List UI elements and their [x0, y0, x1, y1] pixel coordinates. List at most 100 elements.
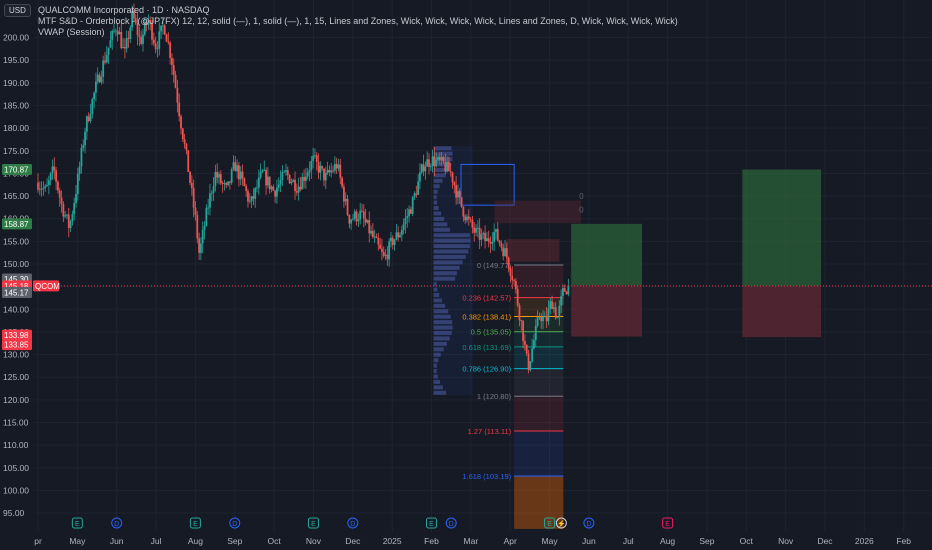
candle-body [62, 203, 65, 217]
x-tick-label: pr [34, 536, 42, 546]
supply-zone [494, 200, 582, 224]
fib-band [514, 331, 564, 347]
candle-body [411, 197, 414, 214]
candle-body [95, 81, 97, 93]
y-tick-label: 150.00 [3, 259, 29, 269]
candle-body [96, 74, 99, 82]
candle-body [51, 166, 54, 174]
volume-profile-bar [433, 222, 448, 227]
candle-body [449, 171, 452, 173]
candle-body [362, 211, 365, 219]
candle-body [73, 203, 76, 215]
candle-body [138, 35, 141, 37]
candle-body [156, 48, 159, 50]
candle-body [171, 57, 173, 66]
dividend-marker-label: D [586, 521, 591, 528]
candle-body [560, 296, 563, 306]
candle-body [254, 188, 257, 199]
y-tick-label: 125.00 [3, 372, 29, 382]
candle-body [288, 174, 291, 184]
x-tick-label: Aug [660, 536, 675, 546]
candle-body [390, 237, 392, 242]
volume-profile-bar [433, 287, 438, 292]
candle-body [438, 156, 441, 161]
candle-body [93, 92, 96, 100]
fib-extension-band [514, 475, 564, 529]
candle-body [437, 156, 439, 160]
candle-body [272, 186, 275, 191]
volume-profile-bar [433, 385, 443, 390]
currency-button[interactable]: USD [4, 4, 31, 17]
volume-profile-bar [433, 314, 451, 319]
volume-profile-bar [433, 216, 445, 221]
y-tick-label: 185.00 [3, 101, 29, 111]
candle-body [402, 223, 405, 231]
candle-body [442, 156, 445, 163]
candle-body [453, 182, 456, 186]
candle-body [352, 218, 354, 220]
candle-body [163, 25, 166, 35]
volume-profile-bar [433, 233, 470, 238]
volume-profile-bar [433, 390, 447, 395]
candle-body [337, 164, 340, 169]
volume-profile-bar [433, 347, 444, 352]
indicator-legend-vwap[interactable]: VWAP (Session) [38, 27, 105, 37]
x-tick-label: Aug [188, 536, 203, 546]
chart-window: 200.00 195.00 190.00 185.00 180.00 175.00 170.… [0, 0, 932, 550]
candle-body [388, 241, 391, 260]
candle-body [181, 128, 184, 140]
candle-body [80, 147, 83, 167]
volume-profile-bar [433, 358, 439, 363]
candle-body [377, 237, 380, 245]
candle-body [533, 340, 535, 349]
candle-body [339, 164, 342, 178]
target-zone[interactable] [742, 169, 822, 286]
candle-body [192, 188, 195, 208]
volume-profile-bar [433, 352, 441, 357]
x-tick-label: Sep [699, 536, 714, 546]
candle-body [489, 241, 492, 244]
candle-body [205, 207, 208, 226]
fib-band [514, 346, 564, 369]
candle-body [172, 65, 175, 75]
candle-body [152, 39, 155, 44]
candle-body [37, 182, 39, 190]
candle-body [386, 254, 389, 260]
candle-body [460, 197, 463, 207]
candle-body [196, 215, 199, 239]
candle-body [458, 191, 461, 198]
candle-body [429, 166, 432, 168]
volume-profile-bar [433, 195, 437, 200]
candle-body [286, 170, 289, 175]
candle-body [491, 241, 494, 244]
candle-body [433, 156, 436, 166]
candle-body [209, 193, 211, 208]
candle-body [317, 161, 320, 173]
candle-body [482, 233, 485, 235]
candle-body [419, 172, 421, 182]
volume-profile-bar [433, 249, 469, 254]
stop-zone[interactable] [571, 285, 643, 337]
candle-body [281, 172, 284, 181]
candle-body [399, 234, 401, 238]
x-tick-label: May [69, 536, 86, 546]
target-zone[interactable] [571, 223, 643, 286]
indicator-legend-sd[interactable]: MTF S&D - Orderblock - (@JP7FX) 12, 12, … [38, 16, 678, 26]
candle-body [297, 186, 300, 193]
candle-body [447, 161, 450, 172]
candle-body [359, 210, 362, 220]
candle-body [299, 186, 302, 190]
candle-body [446, 161, 448, 172]
x-tick-label: Jun [582, 536, 596, 546]
earnings-marker-label: E [75, 521, 80, 528]
candle-body [76, 173, 79, 195]
candle-body [353, 211, 356, 219]
stop-zone[interactable] [742, 285, 822, 338]
fib-level-label: 0.618 (131.69) [462, 343, 511, 352]
candle-body [140, 36, 143, 44]
candle-body [545, 316, 548, 322]
price-chart[interactable]: 200.00 195.00 190.00 185.00 180.00 175.00 170.… [0, 0, 932, 550]
price-tag-label: 133.85 [4, 341, 29, 350]
zone-label: 0 [579, 192, 584, 201]
candle-body [225, 183, 228, 186]
